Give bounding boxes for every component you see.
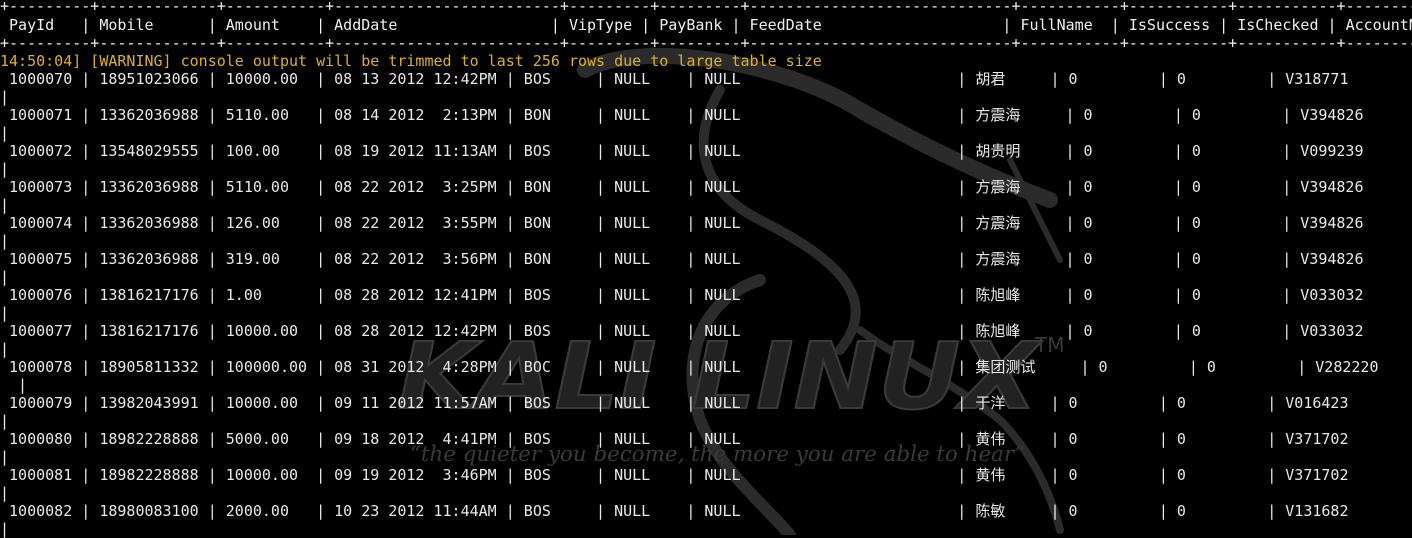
row-continuation: | [0, 520, 10, 538]
table-row: 1000074 | 13362036988 | 126.00 | 08 22 2… [0, 214, 1364, 232]
table-row: 1000077 | 13816217176 | 10000.00 | 08 28… [0, 322, 1364, 340]
table-row: 1000072 | 13548029555 | 100.00 | 08 19 2… [0, 142, 1364, 160]
table-row: 1000081 | 18982228888 | 10000.00 | 09 19… [0, 466, 1349, 484]
row-continuation: | [0, 448, 10, 466]
table-border-header: +---------+-------------+-----------+---… [0, 34, 1412, 52]
table-row: 1000071 | 13362036988 | 5110.00 | 08 14 … [0, 106, 1364, 124]
row-continuation: | [0, 412, 10, 430]
row-continuation: | [0, 340, 10, 358]
row-continuation: | [0, 268, 10, 286]
table-row: 1000082 | 18980083100 | 2000.00 | 10 23 … [0, 502, 1349, 520]
table-row: 1000073 | 13362036988 | 5110.00 | 08 22 … [0, 178, 1364, 196]
table-row: 1000076 | 13816217176 | 1.00 | 08 28 201… [0, 286, 1364, 304]
table-row: 1000080 | 18982228888 | 5000.00 | 09 18 … [0, 430, 1349, 448]
table-row: 1000070 | 18951023066 | 10000.00 | 08 13… [0, 70, 1349, 88]
row-continuation: | [0, 88, 10, 106]
row-continuation: | [0, 376, 28, 394]
row-continuation: | [0, 160, 10, 178]
table-border-top: +---------+-------------+-----------+---… [0, 0, 1412, 15]
table-header: PayId | Mobile | Amount | AddDate | VipT… [0, 16, 1412, 34]
table-row: 1000079 | 13982043991 | 10000.00 | 09 11… [0, 394, 1349, 412]
warning-message: 14:50:04] [WARNING] console output will … [0, 52, 822, 70]
row-continuation: | [0, 124, 10, 142]
row-continuation: | [0, 484, 10, 502]
table-row: 1000075 | 13362036988 | 319.00 | 08 22 2… [0, 250, 1364, 268]
row-continuation: | [0, 196, 10, 214]
table-row: 1000078 | 18905811332 | 100000.00 | 08 3… [0, 358, 1379, 376]
row-continuation: | [0, 232, 10, 250]
row-continuation: | [0, 304, 10, 322]
